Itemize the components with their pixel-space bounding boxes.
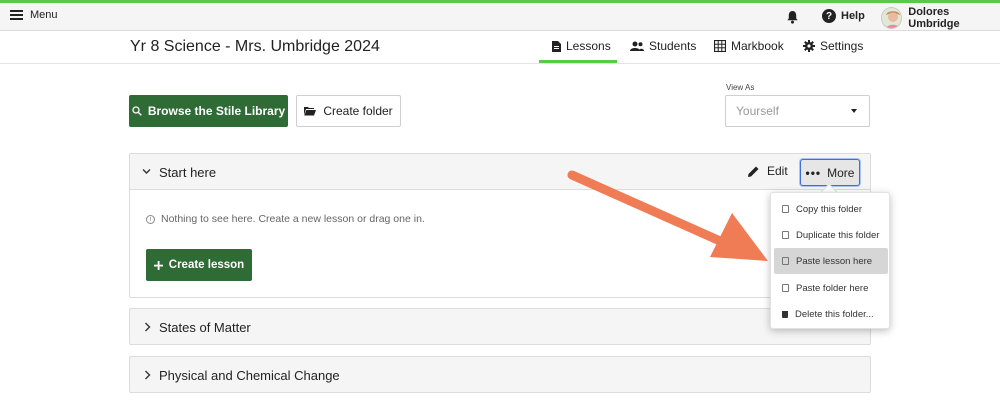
menu-item-label: Delete this folder... <box>795 308 874 320</box>
view-as-label: View As <box>726 83 755 92</box>
help-label: Help <box>841 10 865 22</box>
people-icon <box>630 41 644 51</box>
caret-down-icon <box>851 109 857 113</box>
ellipsis-icon: ••• <box>805 165 822 180</box>
menu-item-label: Paste lesson here <box>796 255 873 267</box>
create-folder-label: Create folder <box>323 104 393 118</box>
folder-header[interactable]: Start here Edit ••• More <box>130 154 870 190</box>
trash-icon <box>782 310 788 318</box>
copy-icon <box>782 205 789 213</box>
menu-item-paste-folder[interactable]: Paste folder here <box>774 275 888 301</box>
folder-title: States of Matter <box>159 320 251 335</box>
help-button[interactable]: ? Help <box>822 9 865 23</box>
empty-folder-message: i Nothing to see here. Create a new less… <box>146 213 425 225</box>
class-header: Yr 8 Science - Mrs. Umbridge 2024 Lesson… <box>0 31 1000 64</box>
empty-folder-text: Nothing to see here. Create a new lesson… <box>161 213 425 225</box>
folder-open-icon <box>304 107 317 116</box>
folder-start-here: Start here Edit ••• More i Nothing to se… <box>129 153 871 298</box>
tab-students[interactable]: Students <box>630 39 696 53</box>
copy-icon <box>782 257 789 265</box>
help-icon: ? <box>822 9 836 23</box>
page-title: Yr 8 Science - Mrs. Umbridge 2024 <box>130 38 380 55</box>
browse-library-button[interactable]: Browse the Stile Library <box>129 95 288 127</box>
edit-button[interactable]: Edit <box>747 164 788 178</box>
view-as-select[interactable]: Yourself <box>725 95 870 127</box>
tab-settings[interactable]: Settings <box>803 39 863 53</box>
edit-label: Edit <box>767 164 788 178</box>
hamburger-icon <box>10 10 23 20</box>
folder-title: Physical and Chemical Change <box>159 368 340 383</box>
active-tab-indicator <box>539 60 617 63</box>
more-label: More <box>827 165 855 180</box>
view-as-value: Yourself <box>736 104 779 118</box>
tab-markbook[interactable]: Markbook <box>714 39 784 53</box>
create-lesson-button[interactable]: Create lesson <box>146 249 252 281</box>
tab-settings-label: Settings <box>820 39 864 53</box>
pencil-icon <box>748 166 759 177</box>
create-lesson-label: Create lesson <box>168 259 245 271</box>
grid-icon <box>714 40 726 52</box>
browse-library-label: Browse the Stile Library <box>147 104 286 118</box>
chevron-right-icon[interactable] <box>143 322 152 332</box>
copy-icon <box>782 231 789 239</box>
menu-item-label: Paste folder here <box>796 282 869 294</box>
tab-students-label: Students <box>649 39 697 53</box>
chevron-right-icon[interactable] <box>143 370 152 380</box>
copy-icon <box>782 284 789 292</box>
menu-item-label: Copy this folder <box>796 203 863 215</box>
more-dropdown-menu: Copy this folder Duplicate this folder P… <box>770 192 890 329</box>
menu-item-copy-folder[interactable]: Copy this folder <box>774 196 888 222</box>
folder-physical-chemical-change[interactable]: Physical and Chemical Change <box>129 356 871 393</box>
plus-icon <box>153 260 163 270</box>
menu-item-duplicate-folder[interactable]: Duplicate this folder <box>774 222 888 248</box>
avatar <box>881 7 903 29</box>
create-folder-button[interactable]: Create folder <box>296 95 401 127</box>
user-menu[interactable]: Dolores Umbridge <box>881 6 1000 30</box>
folder-title: Start here <box>159 165 217 180</box>
menu-item-paste-lesson[interactable]: Paste lesson here <box>774 248 888 274</box>
user-name: Dolores Umbridge <box>908 6 960 30</box>
tab-lessons-label: Lessons <box>566 39 611 53</box>
search-icon <box>132 106 142 116</box>
more-button[interactable]: ••• More <box>800 159 860 186</box>
info-icon: i <box>146 214 155 224</box>
menu-button[interactable]: Menu <box>10 9 58 21</box>
menu-item-delete-folder[interactable]: Delete this folder... <box>774 301 888 327</box>
folder-states-of-matter[interactable]: States of Matter <box>129 308 871 345</box>
menu-label: Menu <box>30 9 58 21</box>
chevron-down-icon[interactable] <box>142 167 151 176</box>
top-bar: Menu ? Help Dolores Umbridge <box>0 3 1000 31</box>
bell-icon[interactable] <box>786 10 799 24</box>
document-icon <box>552 40 561 52</box>
gear-icon <box>803 40 815 52</box>
tab-lessons[interactable]: Lessons <box>552 39 611 53</box>
menu-item-label: Duplicate this folder <box>796 229 880 241</box>
tab-markbook-label: Markbook <box>731 39 784 53</box>
